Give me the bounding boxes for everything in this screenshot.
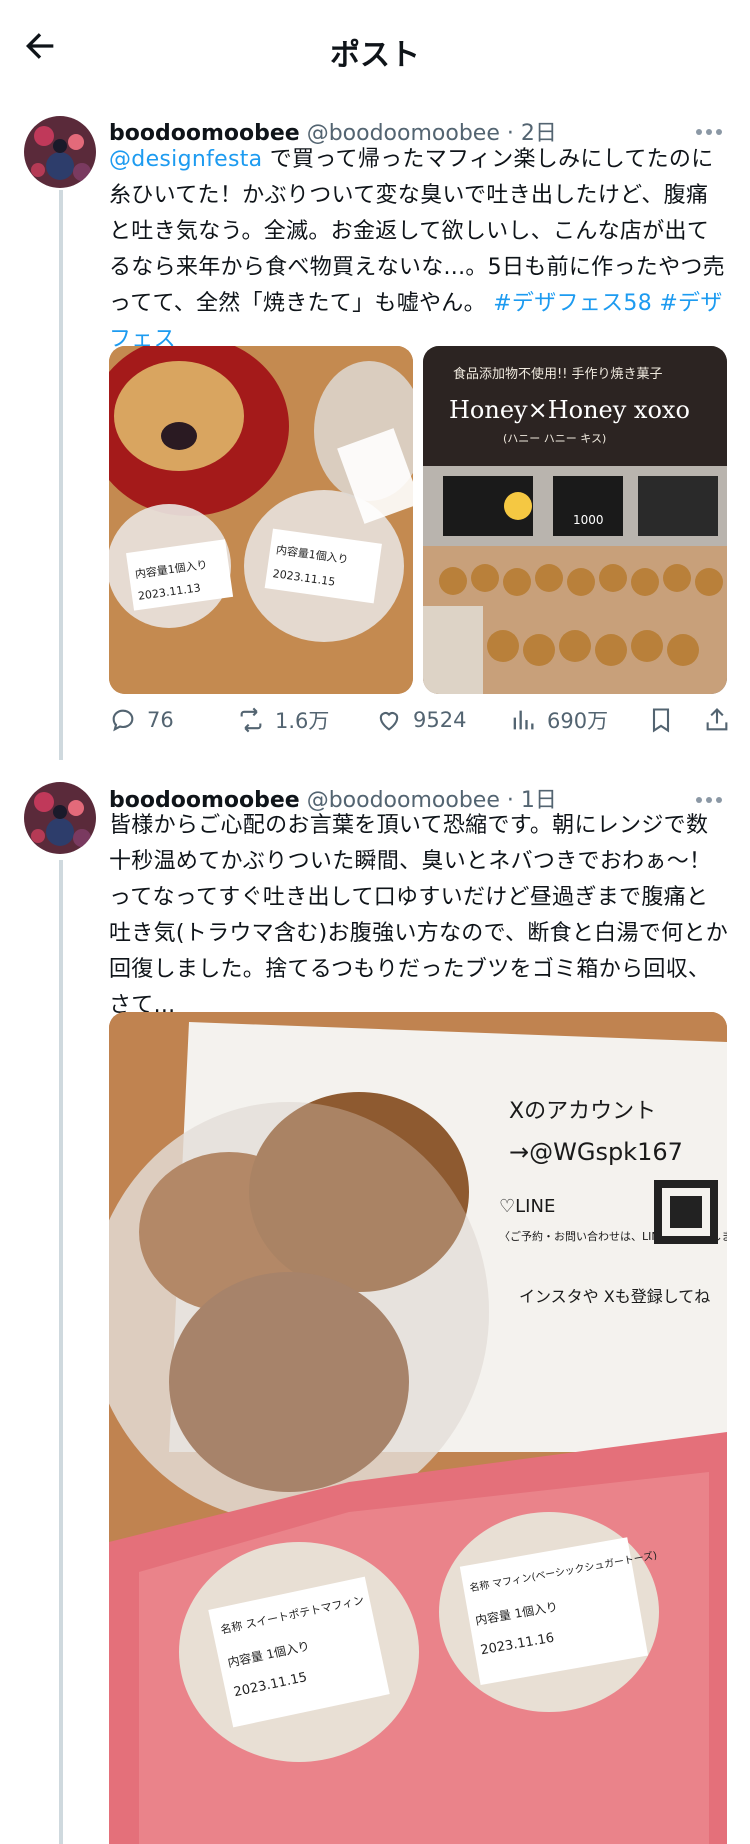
booth-sign-main: Honey×Honey xoxo — [449, 396, 690, 424]
more-options-button[interactable] — [694, 120, 728, 140]
paper-handle-text: →@WGspk167 — [509, 1138, 683, 1166]
post-image-muffins[interactable]: 内容量1個入り 2023.11.13 内容量1個入り 2023.11.15 — [109, 346, 413, 694]
post-text: @designfesta で買って帰ったマフィン楽しみにしてたのに糸ひいてた！か… — [109, 142, 729, 358]
like-button[interactable]: 9524 — [375, 700, 466, 740]
reply-icon — [112, 709, 134, 732]
booth-price: 1000 — [573, 513, 604, 527]
repost-button[interactable]: 1.6万 — [237, 700, 329, 740]
views-button[interactable]: 690万 — [509, 700, 608, 740]
paper-line-text: ♡LINE — [499, 1196, 555, 1217]
reply-button[interactable]: 76 — [109, 700, 174, 740]
like-count: 9524 — [413, 708, 467, 732]
paper-insta-text: インスタや Xも登録してね — [519, 1287, 710, 1306]
bookmark-icon — [652, 708, 670, 733]
bookmark-button[interactable] — [647, 700, 685, 740]
repost-icon — [240, 707, 262, 733]
paper-account-text: Xのアカウント — [509, 1099, 656, 1124]
post-image-bagged-muffins[interactable]: Xのアカウント →@WGspk167 ♡LINE 〈ご予約・お問い合わせは、LI… — [109, 1012, 727, 1844]
hashtag-link[interactable]: #デザフェス58 — [486, 291, 652, 316]
post-image-booth[interactable]: 食品添加物不使用!! 手作り焼き菓子 Honey×Honey xoxo (ハニー… — [423, 346, 727, 694]
views-icon — [513, 710, 534, 730]
repost-count: 1.6万 — [275, 709, 330, 733]
post-actions: 76 1.6万 9524 690万 — [109, 700, 729, 740]
booth-sign-sub: (ハニー ハニー キス) — [503, 432, 606, 445]
reply-count: 76 — [147, 708, 174, 732]
avatar[interactable] — [24, 782, 96, 854]
more-icon — [696, 797, 702, 803]
more-options-button[interactable] — [694, 788, 728, 808]
page-title: ポスト — [330, 38, 420, 73]
heart-icon — [379, 712, 399, 731]
post-text: 皆様からご心配のお言葉を頂いて恐縮です。朝にレンジで数十秒温めてかぶりついた瞬間… — [109, 808, 729, 1024]
thread-line — [59, 190, 63, 760]
more-icon — [696, 129, 702, 135]
avatar[interactable] — [24, 116, 96, 188]
views-count: 690万 — [547, 709, 609, 733]
post-body: 皆様からご心配のお言葉を頂いて恐縮です。朝にレンジで数十秒温めてかぶりついた瞬間… — [109, 813, 728, 1018]
mention-link[interactable]: @designfesta — [109, 147, 262, 172]
booth-sign-top: 食品添加物不使用!! 手作り焼き菓子 — [453, 366, 663, 382]
thread-line — [59, 860, 63, 1844]
share-button[interactable] — [703, 700, 741, 740]
top-bar: ポスト — [0, 0, 750, 100]
share-icon — [706, 708, 728, 731]
